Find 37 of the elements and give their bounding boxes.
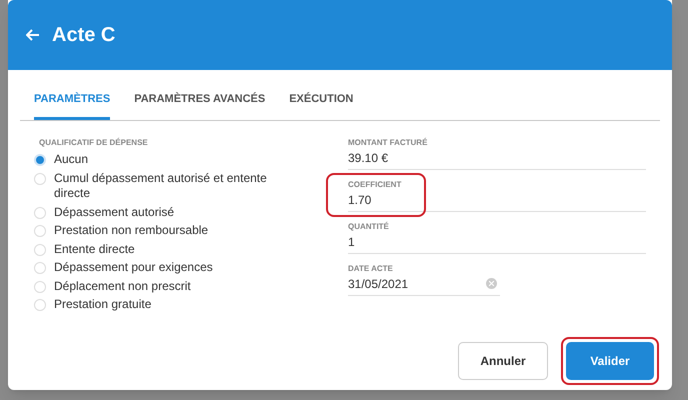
cancel-button[interactable]: Annuler <box>458 342 548 380</box>
radio-label: Cumul dépassement autorisé et entente directe <box>54 170 268 202</box>
radio-label: Aucun <box>54 152 90 168</box>
form-field[interactable]: MONTANT FACTURÉ 39.10 € <box>348 136 646 170</box>
radio-button[interactable] <box>34 154 46 166</box>
radio-label: Dépassement pour exigences <box>54 260 214 276</box>
radio-button[interactable] <box>34 244 46 256</box>
tab[interactable]: PARAMÈTRES <box>34 82 110 120</box>
back-arrow-icon[interactable] <box>26 29 40 41</box>
field-label: QUALIFICATIF DE DÉPENSE <box>39 136 149 148</box>
radio-label: Prestation non remboursable <box>54 223 210 238</box>
form-field[interactable]: COEFFICIENT 1.70 <box>348 178 646 212</box>
field-label: COEFFICIENT <box>348 178 402 190</box>
field-value: 31/05/2021 <box>348 276 408 292</box>
field-label: QUANTITÉ <box>348 220 390 232</box>
form-field[interactable]: QUANTITÉ 1 <box>348 220 646 254</box>
radio-button[interactable] <box>34 299 46 311</box>
radio-label: Prestation gratuite <box>54 297 152 312</box>
radio-button[interactable] <box>34 280 46 292</box>
radio-button[interactable] <box>34 225 46 237</box>
tab[interactable]: EXÉCUTION <box>289 82 354 120</box>
form-field[interactable]: DATE ACTE 31/05/2021 <box>348 262 500 296</box>
tab[interactable]: PARAMÈTRES AVANCÉS <box>134 82 266 120</box>
field-value: 39.10 € <box>348 150 388 166</box>
radio-button[interactable] <box>34 172 46 184</box>
validate-button[interactable]: Valider <box>566 342 654 380</box>
radio-label: Dépassement autorisé <box>54 204 176 220</box>
radio-button[interactable] <box>34 262 46 274</box>
radio-label: Déplacement non prescrit <box>54 278 192 294</box>
radio-button[interactable] <box>34 206 46 218</box>
field-label: MONTANT FACTURÉ <box>348 136 428 148</box>
field-label: DATE ACTE <box>348 262 394 274</box>
clear-icon[interactable] <box>486 278 497 289</box>
field-value: 1 <box>348 234 355 250</box>
field-value: 1.70 <box>348 192 372 208</box>
dialog-title: Acte C <box>52 23 116 48</box>
radio-label: Entente directe <box>54 242 136 257</box>
